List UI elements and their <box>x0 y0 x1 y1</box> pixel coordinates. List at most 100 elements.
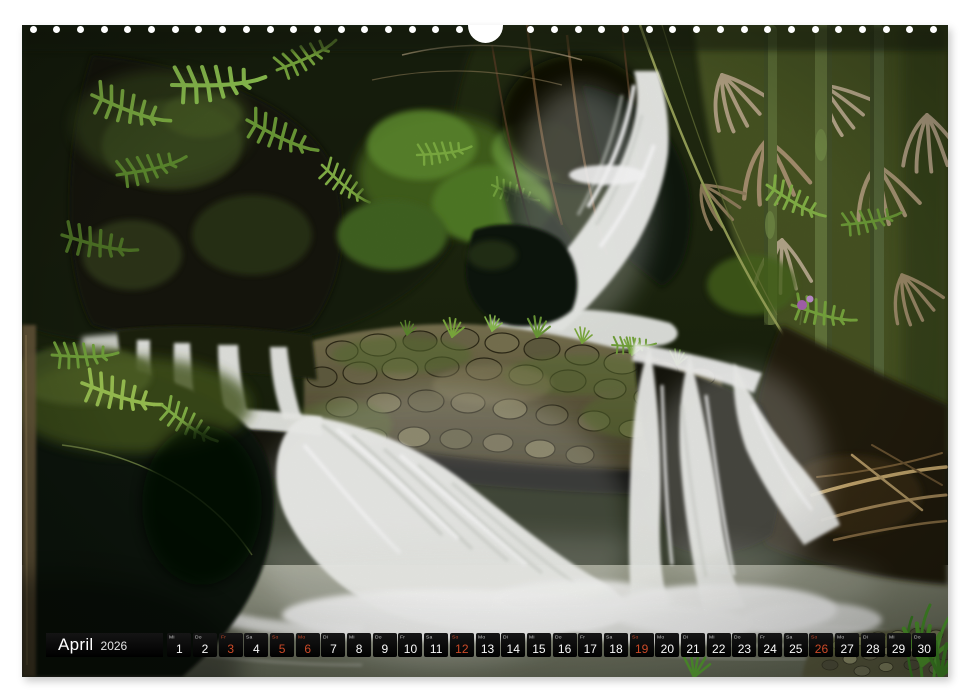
calendar-day: So12 <box>450 633 474 657</box>
day-number: 14 <box>501 642 525 656</box>
punch-hole <box>432 26 439 33</box>
weekday-abbrev: Do <box>734 634 741 640</box>
month-label: April <box>58 633 94 657</box>
calendar-day: Di 7 <box>321 633 345 657</box>
punch-hole <box>243 26 250 33</box>
calendar-day: So19 <box>630 633 654 657</box>
day-number: 21 <box>681 642 705 656</box>
weekday-abbrev: Mi <box>349 634 355 640</box>
punch-hole <box>669 26 676 33</box>
punch-hole <box>219 26 226 33</box>
punch-hole <box>622 26 629 33</box>
calendar-day: Do 9 <box>373 633 397 657</box>
weekday-abbrev: Fr <box>221 634 226 640</box>
calendar-day: Mi15 <box>527 633 551 657</box>
weekday-abbrev: Di <box>323 634 328 640</box>
day-number: 6 <box>296 642 320 656</box>
punch-hole <box>812 26 819 33</box>
calendar-day: Sa 18 <box>604 633 628 657</box>
punch-hole <box>101 26 108 33</box>
day-number: 2 <box>193 642 217 656</box>
calendar-day: Sa 4 <box>244 633 268 657</box>
calendar-day: Fr3 <box>219 633 243 657</box>
punch-hole <box>338 26 345 33</box>
day-number: 15 <box>527 642 551 656</box>
punch-hole <box>764 26 771 33</box>
day-number: 18 <box>604 642 628 656</box>
punch-hole <box>575 26 582 33</box>
calendar-page: April 2026 Mi1Do2Fr3Sa4So5Mo6Di7Mi8Do9Fr… <box>0 0 971 700</box>
day-number: 13 <box>476 642 500 656</box>
punch-hole <box>835 26 842 33</box>
waterfall-photo-illustration <box>22 25 948 677</box>
day-number: 11 <box>424 642 448 656</box>
punch-hole <box>693 26 700 33</box>
day-number: 25 <box>784 642 808 656</box>
calendar-day: Fr 17 <box>578 633 602 657</box>
weekday-abbrev: Sa <box>426 634 432 640</box>
weekday-abbrev: Di <box>503 634 508 640</box>
calendar-day: Mo 6 <box>296 633 320 657</box>
year-label: 2026 <box>101 639 128 653</box>
weekday-abbrev: Sa <box>246 634 252 640</box>
day-number: 29 <box>887 642 911 656</box>
punch-hole <box>53 26 60 33</box>
calendar-day: Mo 13 <box>476 633 500 657</box>
punch-hole <box>551 26 558 33</box>
day-number: 1 <box>167 642 191 656</box>
punch-hole <box>77 26 84 33</box>
punch-hole <box>788 26 795 33</box>
day-number: 7 <box>321 642 345 656</box>
weekday-abbrev: Di <box>863 634 868 640</box>
calendar-day: Do23 <box>732 633 756 657</box>
day-number: 9 <box>373 642 397 656</box>
day-number: 5 <box>270 642 294 656</box>
punch-hole <box>385 26 392 33</box>
day-number: 22 <box>707 642 731 656</box>
weekday-abbrev: Mo <box>837 634 844 640</box>
weekday-abbrev: Do <box>195 634 202 640</box>
punch-hole <box>883 26 890 33</box>
day-number: 17 <box>578 642 602 656</box>
weekday-abbrev: Mo <box>657 634 664 640</box>
weekday-abbrev: Do <box>914 634 921 640</box>
weekday-abbrev: Do <box>555 634 562 640</box>
punch-hole <box>930 26 937 33</box>
day-number: 20 <box>655 642 679 656</box>
punch-hole <box>646 26 653 33</box>
day-number: 4 <box>244 642 268 656</box>
day-number: 24 <box>758 642 782 656</box>
day-number: 16 <box>553 642 577 656</box>
punch-hole <box>172 26 179 33</box>
calendar-strip: April 2026 Mi1Do2Fr3Sa4So5Mo6Di7Mi8Do9Fr… <box>46 633 936 657</box>
calendar-day: Mi 1 <box>167 633 191 657</box>
weekday-abbrev: Sa <box>606 634 612 640</box>
day-number: 8 <box>347 642 371 656</box>
weekday-abbrev: Mo <box>298 634 305 640</box>
weekday-abbrev: Mi <box>169 634 175 640</box>
calendar-day: Do 30 <box>912 633 936 657</box>
punch-hole <box>906 26 913 33</box>
weekday-abbrev: Fr <box>580 634 585 640</box>
calendar-day: Di 28 <box>861 633 885 657</box>
weekday-abbrev: Di <box>683 634 688 640</box>
day-number: 28 <box>861 642 885 656</box>
calendar-day: Do 2 <box>193 633 217 657</box>
weekday-abbrev: Mo <box>478 634 485 640</box>
day-number: 30 <box>912 642 936 656</box>
weekday-abbrev: Mi <box>709 634 715 640</box>
punch-hole <box>148 26 155 33</box>
calendar-day: So26 <box>809 633 833 657</box>
day-number: 10 <box>398 642 422 656</box>
punch-hole <box>598 26 605 33</box>
weekday-abbrev: Sa <box>786 634 792 640</box>
weekday-abbrev: So <box>452 634 458 640</box>
punch-hole <box>859 26 866 33</box>
day-number: 19 <box>630 642 654 656</box>
weekday-abbrev: Do <box>375 634 382 640</box>
calendar-day: Sa 11 <box>424 633 448 657</box>
calendar-day: Di 21 <box>681 633 705 657</box>
calendar-day: Mo27 <box>835 633 859 657</box>
punch-hole <box>267 26 274 33</box>
punch-hole <box>314 26 321 33</box>
